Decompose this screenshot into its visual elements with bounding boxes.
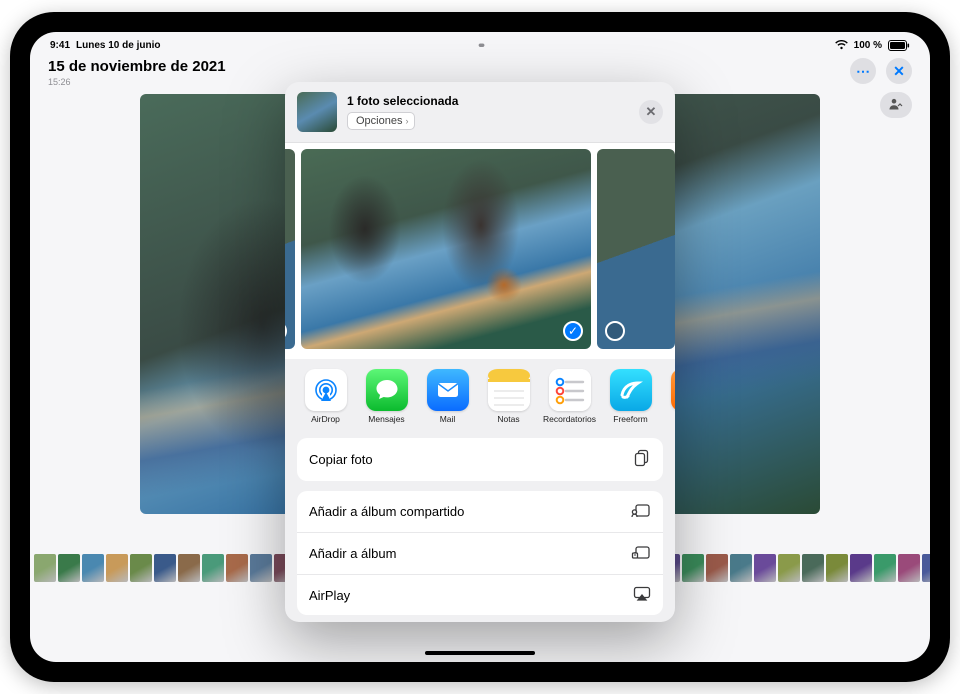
close-icon: ✕: [893, 63, 905, 80]
album-icon: [631, 544, 651, 563]
freeform-icon: [610, 369, 652, 411]
share-action-add-shared-album[interactable]: Añadir a álbum compartido: [297, 491, 663, 532]
thumbnail[interactable]: [130, 554, 152, 582]
share-app-label: Mensajes: [368, 414, 404, 424]
more-button[interactable]: ⋯: [850, 58, 876, 84]
selection-toggle[interactable]: ✓: [563, 321, 583, 341]
share-app-recordatorios[interactable]: Recordatorios: [543, 369, 596, 424]
share-preview-selected[interactable]: ✓: [301, 149, 591, 349]
recordatorios-icon: [549, 369, 591, 411]
thumbnail[interactable]: [850, 554, 872, 582]
doc-on-doc-icon: [633, 449, 651, 470]
thumbnail[interactable]: [898, 554, 920, 582]
share-sheet-thumbnail: [297, 92, 337, 132]
mensajes-icon: [366, 369, 408, 411]
thumbnail[interactable]: [754, 554, 776, 582]
ellipsis-icon: ⋯: [856, 63, 870, 80]
share-apps-row[interactable]: AirDrop Mensajes Mail Notas Recordatorios Fre…: [285, 359, 675, 430]
thumbnail[interactable]: [922, 554, 930, 582]
share-options-button[interactable]: Opciones ›: [347, 112, 415, 130]
share-actions: Copiar fotoAñadir a álbum compartidoAñad…: [297, 438, 663, 615]
thumbnail[interactable]: [178, 554, 200, 582]
status-time: 9:41: [50, 40, 70, 51]
checkmark-icon: ✓: [568, 324, 578, 338]
thumbnail[interactable]: [58, 554, 80, 582]
share-app-label: Recordatorios: [543, 414, 596, 424]
share-action-label: Añadir a álbum: [309, 546, 396, 561]
share-app-freeform[interactable]: Freeform: [604, 369, 657, 424]
share-app-label: Mail: [440, 414, 456, 424]
share-sheet-close-button[interactable]: ✕: [639, 100, 663, 124]
close-icon: ✕: [646, 104, 657, 120]
battery-pct: 100 %: [854, 40, 882, 51]
share-action-label: Añadir a álbum compartido: [309, 504, 464, 519]
share-sheet: 1 foto seleccionada Opciones › ✕ ✓: [285, 82, 675, 622]
thumbnail[interactable]: [730, 554, 752, 582]
airplay-icon: [633, 586, 651, 604]
share-action-copy-photo[interactable]: Copiar foto: [297, 438, 663, 481]
thumbnail[interactable]: [802, 554, 824, 582]
thumbnail[interactable]: [34, 554, 56, 582]
thumbnail[interactable]: [250, 554, 272, 582]
share-app-mail[interactable]: Mail: [421, 369, 474, 424]
selection-toggle[interactable]: [605, 321, 625, 341]
share-app-label: Freeform: [613, 414, 647, 424]
share-app-notas[interactable]: Notas: [482, 369, 535, 424]
page-subtitle: 15:26: [48, 77, 226, 87]
share-sheet-header: 1 foto seleccionada Opciones › ✕: [285, 82, 675, 143]
share-action-airplay[interactable]: AirPlay: [297, 574, 663, 615]
mail-icon: [427, 369, 469, 411]
status-bar: 9:41 Lunes 10 de junio ••• 100 %: [30, 36, 930, 54]
thumbnail[interactable]: [202, 554, 224, 582]
share-action-label: Copiar foto: [309, 452, 373, 467]
thumbnail[interactable]: [778, 554, 800, 582]
share-app-mensajes[interactable]: Mensajes: [360, 369, 413, 424]
chevron-right-icon: ›: [405, 116, 408, 126]
thumbnail[interactable]: [154, 554, 176, 582]
thumbnail[interactable]: [826, 554, 848, 582]
share-app-airdrop[interactable]: AirDrop: [299, 369, 352, 424]
shared-album-icon: [631, 502, 651, 521]
share-action-label: AirPlay: [309, 588, 350, 603]
share-options-label: Opciones: [356, 115, 402, 127]
person-icon: [889, 98, 903, 113]
share-action-group: Copiar foto: [297, 438, 663, 481]
ipad-frame: 9:41 Lunes 10 de junio ••• 100 % 15 de n…: [10, 12, 950, 682]
close-photo-button[interactable]: ✕: [886, 58, 912, 84]
wifi-icon: [835, 40, 848, 50]
status-date: Lunes 10 de junio: [76, 40, 160, 51]
share-sheet-title: 1 foto seleccionada: [347, 94, 458, 108]
share-preview-next[interactable]: [597, 149, 675, 349]
thumbnail[interactable]: [226, 554, 248, 582]
share-app-label: Notas: [497, 414, 519, 424]
share-action-add-album[interactable]: Añadir a álbum: [297, 532, 663, 574]
thumbnail[interactable]: [106, 554, 128, 582]
share-preview-prev[interactable]: [285, 149, 295, 349]
page-title: 15 de noviembre de 2021: [48, 58, 226, 75]
selection-toggle[interactable]: [285, 321, 287, 341]
thumbnail[interactable]: [706, 554, 728, 582]
people-button[interactable]: [880, 92, 912, 118]
thumbnail[interactable]: [682, 554, 704, 582]
share-preview-row[interactable]: ✓: [285, 143, 675, 359]
more-icon: [671, 369, 676, 411]
share-action-group: Añadir a álbum compartido Añadir a álbum A…: [297, 491, 663, 615]
share-app-label: AirDrop: [311, 414, 340, 424]
airdrop-icon: [305, 369, 347, 411]
share-app-more[interactable]: L: [665, 369, 675, 424]
thumbnail[interactable]: [82, 554, 104, 582]
battery-icon: [888, 40, 910, 51]
home-indicator[interactable]: [425, 651, 535, 655]
thumbnail[interactable]: [874, 554, 896, 582]
notas-icon: [488, 369, 530, 411]
screen: 9:41 Lunes 10 de junio ••• 100 % 15 de n…: [30, 32, 930, 662]
